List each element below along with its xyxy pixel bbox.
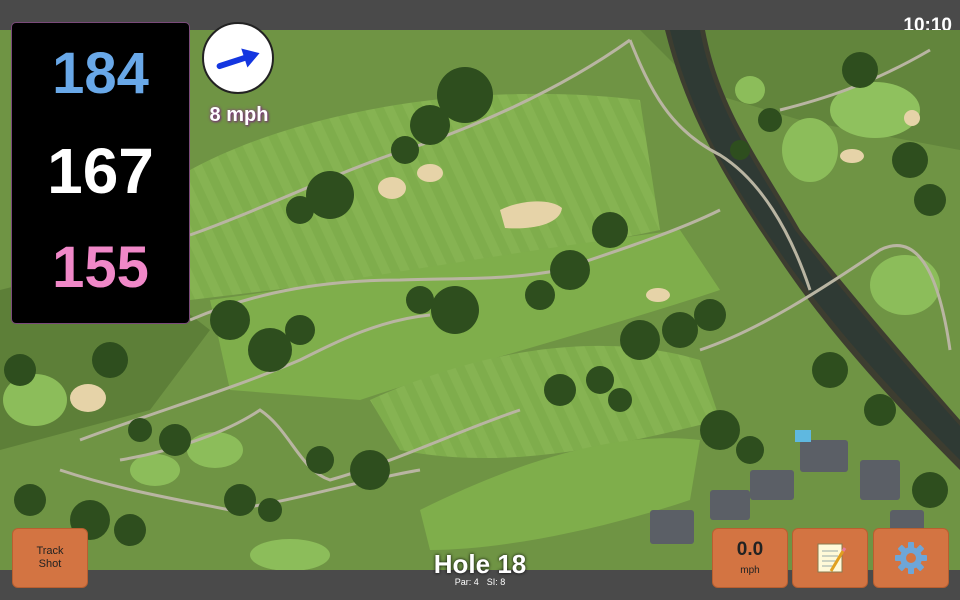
hole-stroke-index: SI: 8 [486,577,506,587]
middle-distance: 167 [47,135,154,207]
speed-unit: mph [740,565,760,576]
speed-button[interactable]: 0.0 mph [712,528,788,588]
track-shot-label-line1: Track [36,544,64,557]
notepad-icon [817,543,847,573]
hole-info: Par: 4 SI: 8 [380,577,580,587]
gear-icon [895,542,927,574]
notes-button[interactable] [792,528,868,588]
wind-speed-label: 8 mph [209,104,269,126]
front-distance: 155 [52,235,149,300]
hole-title: Hole 18 [433,549,527,579]
wind-direction-arrow-icon [216,48,260,70]
track-shot-button[interactable]: Track Shot [12,528,88,588]
back-distance: 184 [52,41,149,106]
wind-indicator [202,22,274,94]
speed-value: 0.0 [736,539,764,560]
track-shot-label-line2: Shot [38,558,62,570]
distance-panel: 184 167 155 [11,22,190,324]
hole-par: Par: 4 [454,577,479,587]
settings-button[interactable] [873,528,949,588]
